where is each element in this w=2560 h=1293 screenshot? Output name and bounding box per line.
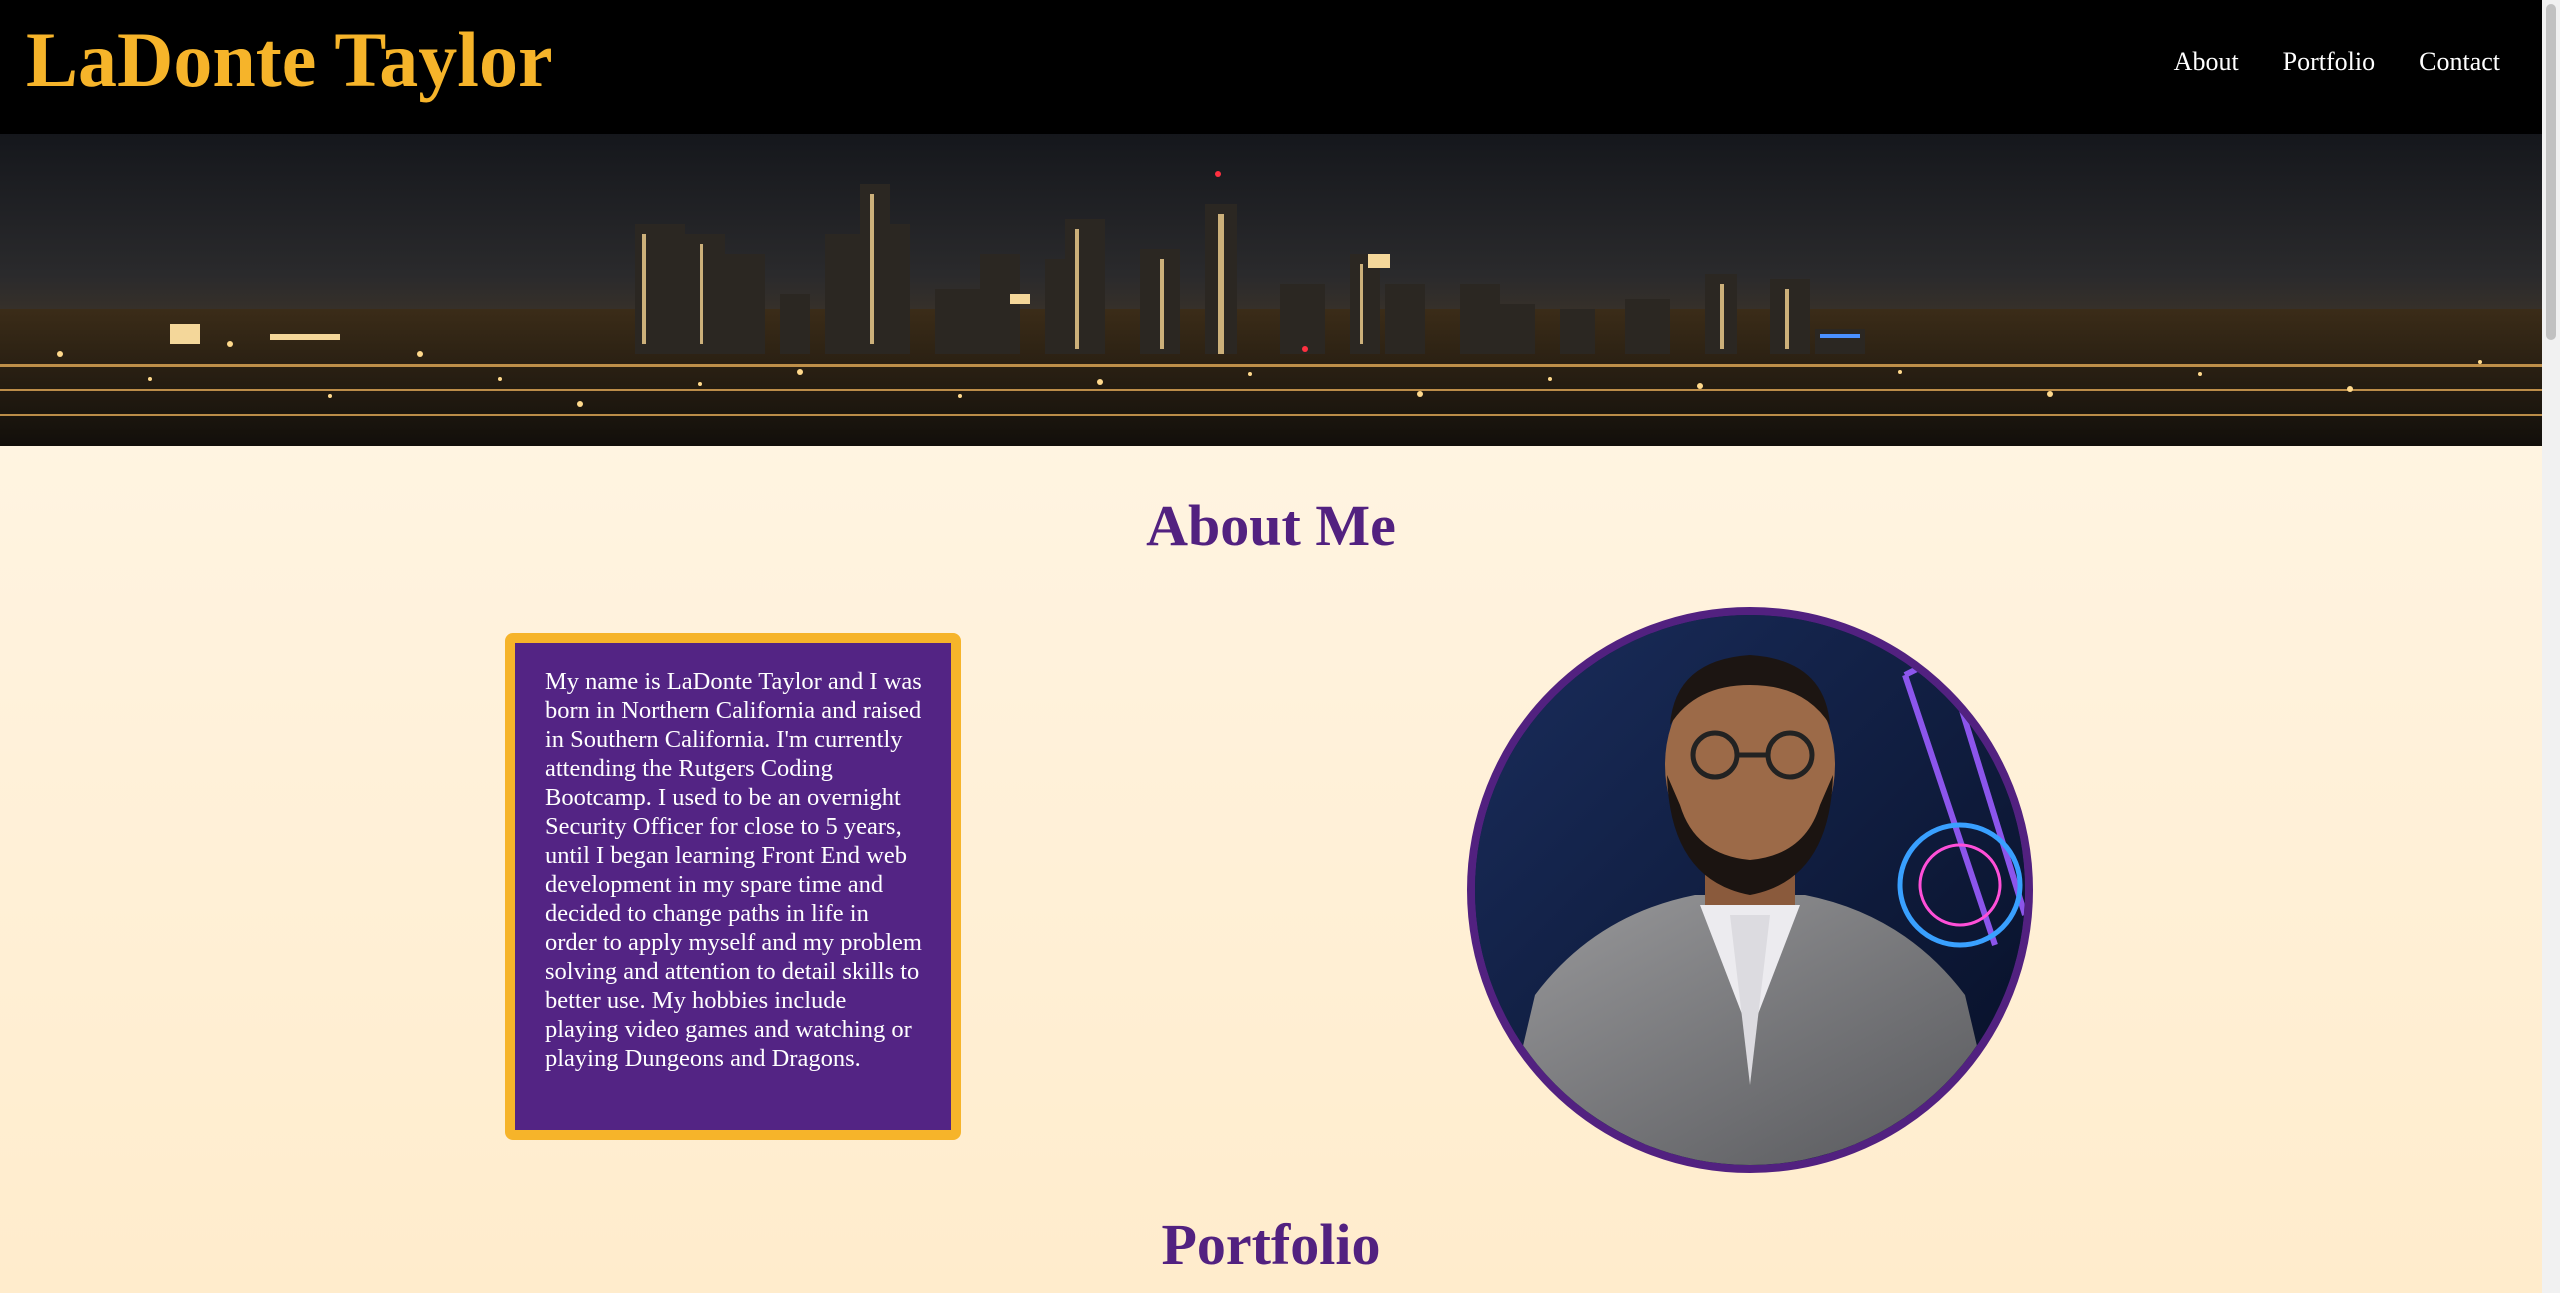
about-heading: About Me (1146, 493, 1396, 558)
nav-portfolio-link[interactable]: Portfolio (2283, 46, 2375, 78)
site-title[interactable]: LaDonte Taylor (26, 10, 553, 110)
nav-about-link[interactable]: About (2174, 46, 2239, 78)
scrollbar-thumb[interactable] (2546, 4, 2556, 340)
site-header: LaDonte Taylor About Portfolio Contact (0, 0, 2542, 134)
hero-skyline-image (0, 134, 2542, 446)
profile-photo (1467, 607, 2033, 1173)
bio-card: My name is LaDonte Taylor and I was born… (505, 633, 961, 1140)
page: LaDonte Taylor About Portfolio Contact A… (0, 0, 2542, 1293)
portfolio-heading: Portfolio (1161, 1212, 1381, 1277)
main-nav: About Portfolio Contact (2174, 46, 2500, 78)
nav-contact-link[interactable]: Contact (2419, 46, 2500, 78)
page-scrollbar[interactable] (2542, 0, 2560, 1293)
bio-text: My name is LaDonte Taylor and I was born… (545, 668, 922, 1072)
